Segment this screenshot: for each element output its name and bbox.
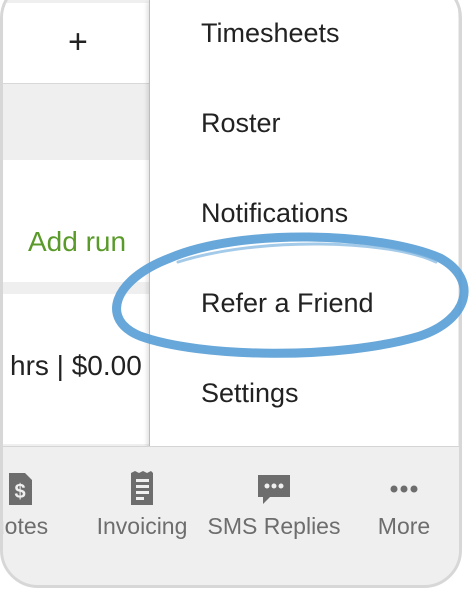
menu-item-notifications[interactable]: Notifications <box>201 197 348 229</box>
section-gap <box>3 282 150 294</box>
menu-item-refer-a-friend[interactable]: Refer a Friend <box>201 287 374 319</box>
list-spacer <box>3 160 150 200</box>
bottom-tab-bar: $ uotes Invoicing <box>3 446 459 577</box>
hours-cost-summary: hrs | $0.00 <box>10 350 142 381</box>
chat-bubble-icon <box>258 475 290 504</box>
menu-item-timesheets[interactable]: Timesheets <box>201 17 340 49</box>
more-menu: Timesheets Roster Notifications Refer a … <box>149 0 458 447</box>
top-toolbar: + <box>3 3 150 84</box>
app-frame: + Add run hrs | $0.00 Timesheets Roster … <box>0 0 462 588</box>
section-gap <box>3 84 150 160</box>
ellipsis-icon <box>390 485 418 493</box>
summary-row[interactable]: hrs | $0.00 <box>3 294 150 444</box>
tab-label: SMS Replies <box>207 513 341 539</box>
tab-quotes[interactable]: $ uotes <box>3 447 60 547</box>
add-run-link[interactable]: Add run <box>28 226 126 258</box>
tab-invoicing[interactable]: Invoicing <box>90 447 194 547</box>
tab-label: More <box>377 513 431 539</box>
menu-item-settings[interactable]: Settings <box>201 377 299 409</box>
menu-item-roster[interactable]: Roster <box>201 107 281 139</box>
tab-more[interactable]: More <box>364 447 444 547</box>
receipt-icon <box>131 471 153 505</box>
add-run-row[interactable]: Add run <box>3 200 150 282</box>
tab-label: Invoicing <box>96 513 188 539</box>
tab-sms-replies[interactable]: SMS Replies <box>200 447 348 547</box>
svg-text:$: $ <box>14 481 25 503</box>
tab-label: uotes <box>3 513 49 539</box>
dollar-document-icon: $ <box>9 473 32 505</box>
add-button[interactable]: + <box>68 25 88 59</box>
